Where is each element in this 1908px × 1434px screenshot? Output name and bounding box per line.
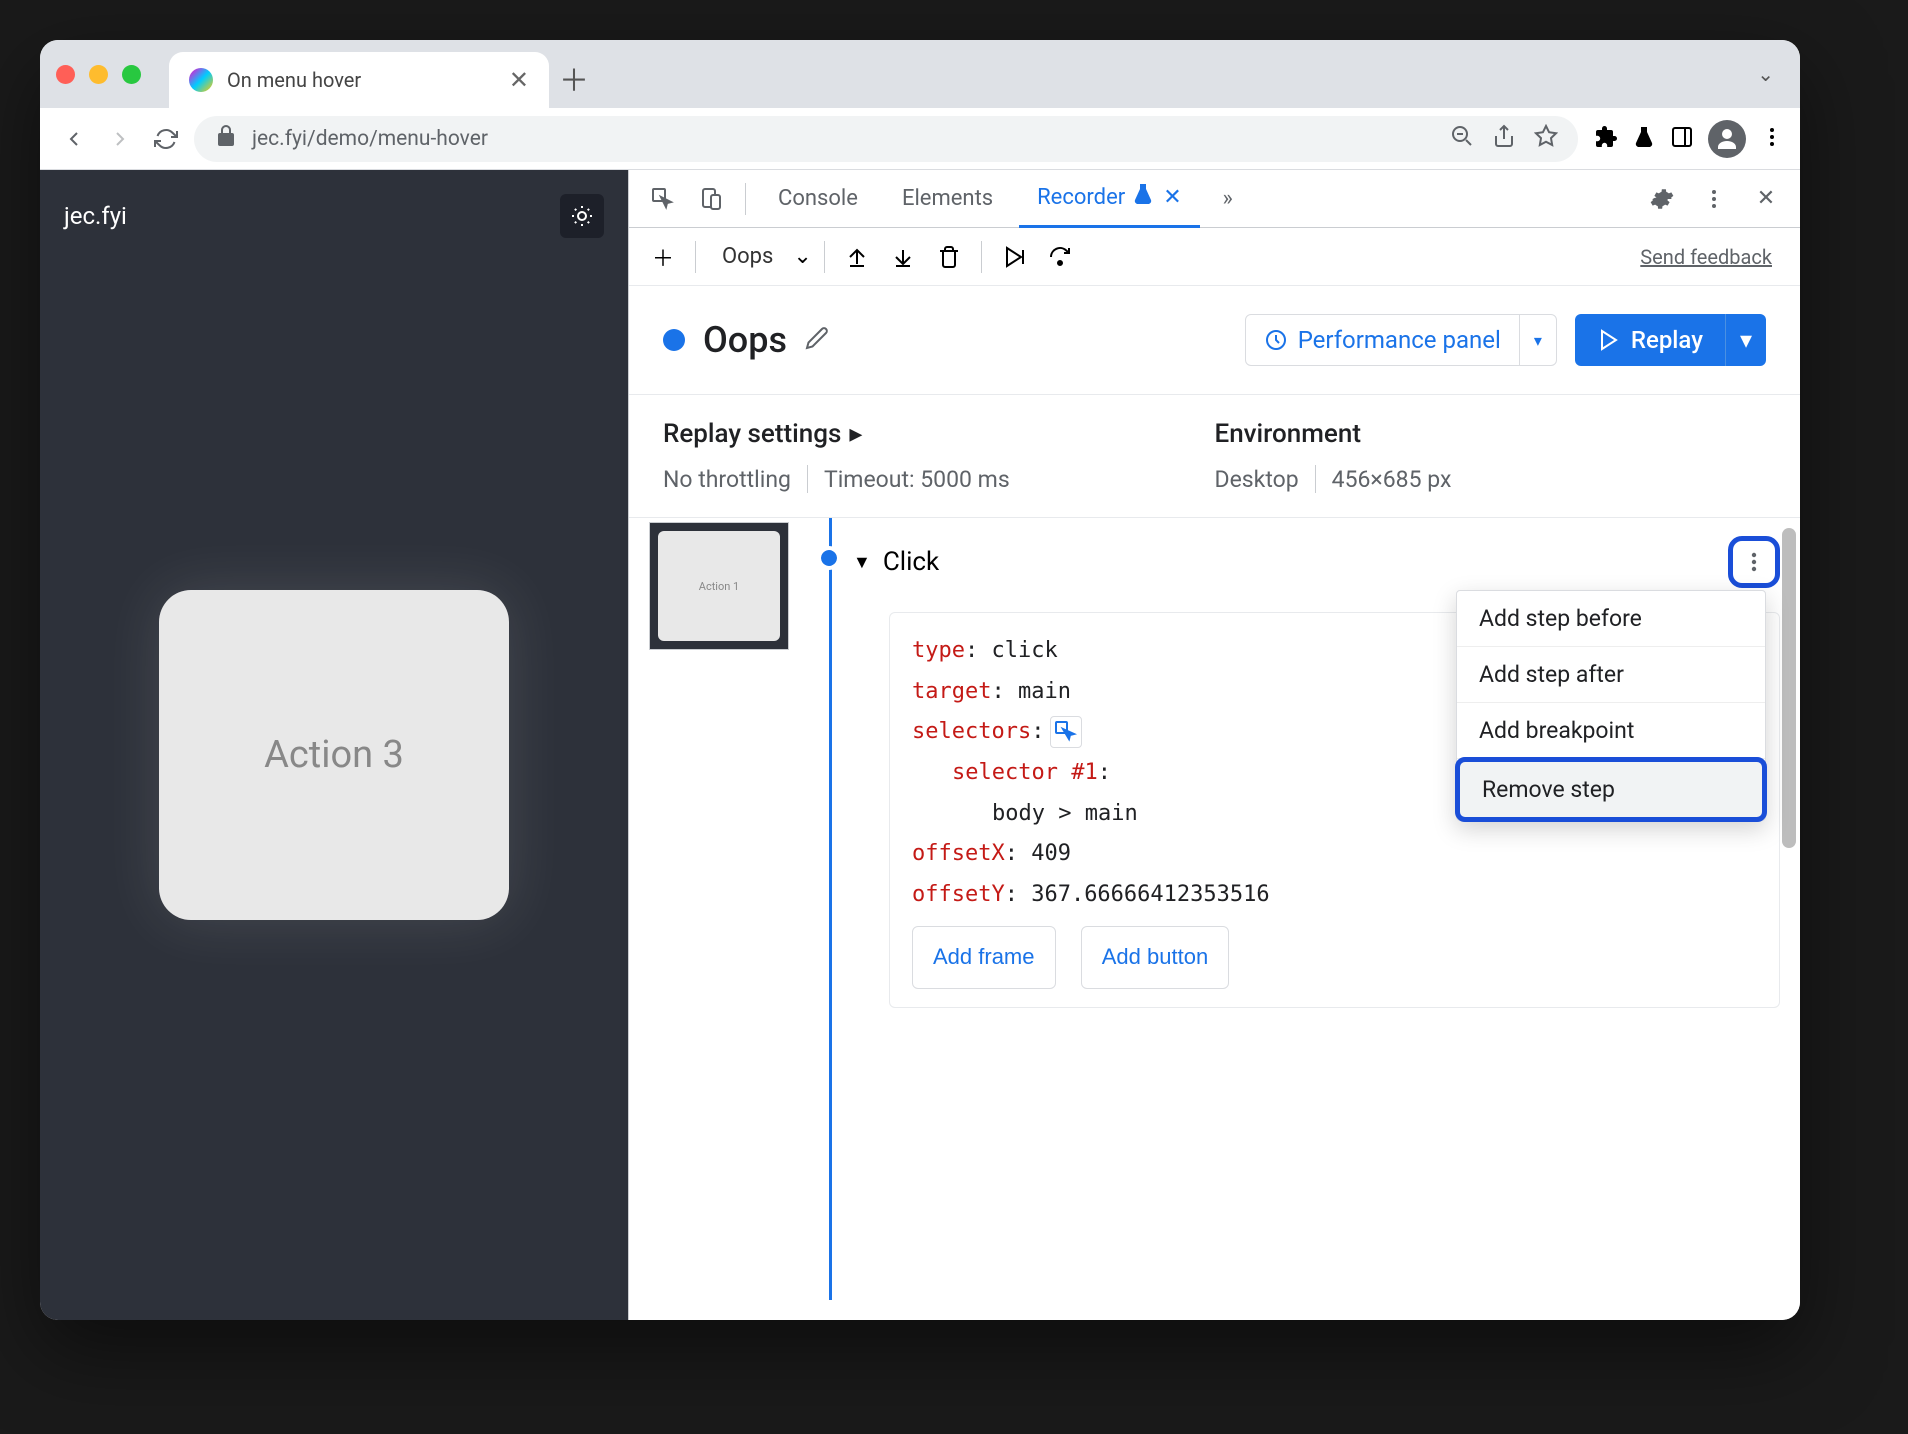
browser-window: On menu hover ✕ ＋ ⌄ jec.fyi/demo/menu-ho…: [40, 40, 1800, 1320]
close-devtools-icon[interactable]: ✕: [1746, 179, 1786, 219]
chrome-tab-strip: On menu hover ✕ ＋ ⌄: [40, 40, 1800, 108]
flask-icon: [1131, 182, 1155, 212]
chevron-down-icon[interactable]: ⌄: [793, 244, 811, 269]
device-value: Desktop: [1215, 466, 1299, 493]
prop-offsetx[interactable]: offsetX: [912, 841, 1005, 866]
settings-icon[interactable]: [1642, 179, 1682, 219]
step-over-icon[interactable]: [1040, 237, 1080, 277]
timeout-value: Timeout: 5000 ms: [824, 466, 1010, 493]
devtools-menu-icon[interactable]: [1694, 179, 1734, 219]
add-recording-button[interactable]: ＋: [643, 237, 683, 277]
timeline-node-icon[interactable]: [821, 550, 837, 566]
tab-title: On menu hover: [227, 68, 495, 92]
close-tab-icon[interactable]: ✕: [1163, 185, 1181, 210]
chevron-right-icon: ▸: [849, 419, 862, 449]
action-card[interactable]: Action 3: [159, 590, 509, 920]
settings-row: Replay settings ▸ No throttling Timeout:…: [629, 395, 1800, 518]
menu-add-step-after[interactable]: Add step after: [1457, 647, 1765, 703]
menu-add-breakpoint[interactable]: Add breakpoint: [1457, 703, 1765, 759]
prop-selectors[interactable]: selectors: [912, 719, 1031, 744]
export-icon[interactable]: [837, 237, 877, 277]
page-title: jec.fyi: [64, 202, 127, 230]
reload-button[interactable]: [148, 121, 184, 157]
inspect-icon[interactable]: [643, 179, 683, 219]
replay-button[interactable]: Replay ▾: [1575, 314, 1766, 366]
tab-overflow-icon[interactable]: ⌄: [1757, 62, 1774, 86]
url-bar[interactable]: jec.fyi/demo/menu-hover: [194, 116, 1578, 162]
minimize-window-icon[interactable]: [89, 65, 108, 84]
add-button-button[interactable]: Add button: [1081, 926, 1229, 989]
recording-indicator-icon: [663, 329, 685, 351]
bookmark-icon[interactable]: [1534, 124, 1558, 154]
forward-button[interactable]: [102, 121, 138, 157]
chrome-navbar: jec.fyi/demo/menu-hover: [40, 108, 1800, 170]
window-controls: [56, 65, 141, 84]
chrome-menu-icon[interactable]: [1760, 125, 1784, 153]
prop-selector-1[interactable]: selector #1: [952, 760, 1098, 785]
favicon-icon: [189, 68, 213, 92]
replay-settings-heading[interactable]: Replay settings ▸: [663, 419, 1215, 449]
panel-icon[interactable]: [1670, 125, 1694, 153]
collapse-step-icon[interactable]: ▼: [853, 552, 871, 573]
edit-title-button[interactable]: [805, 326, 829, 354]
rendered-page: jec.fyi Action 3: [40, 170, 628, 1320]
prop-offsety[interactable]: offsetY: [912, 882, 1005, 907]
pick-selector-icon[interactable]: [1050, 716, 1082, 748]
tab-recorder[interactable]: Recorder✕: [1019, 170, 1200, 228]
step-name: Click: [883, 547, 939, 577]
prop-target[interactable]: target: [912, 679, 991, 704]
action-card-label: Action 3: [264, 733, 404, 777]
thumbnail-label: Action 1: [699, 580, 739, 593]
timeline-line: [809, 518, 849, 1300]
url-text: jec.fyi/demo/menu-hover: [252, 127, 488, 151]
zoom-out-icon[interactable]: [1450, 124, 1474, 154]
prop-type[interactable]: type: [912, 638, 965, 663]
theme-toggle[interactable]: [560, 194, 604, 238]
scrollbar[interactable]: [1782, 528, 1796, 1310]
lock-icon: [214, 124, 238, 154]
profile-avatar[interactable]: [1708, 120, 1746, 158]
step-thumbnail[interactable]: Action 1: [649, 522, 789, 650]
recording-name-dropdown[interactable]: Oops: [708, 244, 787, 269]
menu-add-step-before[interactable]: Add step before: [1457, 591, 1765, 647]
viewport-value: 456×685 px: [1332, 466, 1452, 493]
devtools-panel: Console Elements Recorder✕ » ✕ ＋ Oops ⌄: [628, 170, 1800, 1320]
new-tab-button[interactable]: ＋: [559, 56, 589, 100]
recording-timeline: Action 1 ▼ Click type: click target:: [629, 518, 1800, 1320]
replay-dropdown[interactable]: ▾: [1725, 314, 1766, 366]
step-menu-button[interactable]: [1728, 536, 1780, 588]
labs-icon[interactable]: [1632, 125, 1656, 153]
add-frame-button[interactable]: Add frame: [912, 926, 1056, 989]
close-window-icon[interactable]: [56, 65, 75, 84]
environment-heading: Environment: [1215, 419, 1767, 449]
extensions-icon[interactable]: [1594, 125, 1618, 153]
recorder-toolbar: ＋ Oops ⌄ Send feedback: [629, 228, 1800, 286]
back-button[interactable]: [56, 121, 92, 157]
import-icon[interactable]: [883, 237, 923, 277]
more-tabs-icon[interactable]: »: [1208, 179, 1248, 219]
tab-elements[interactable]: Elements: [884, 170, 1011, 228]
device-toggle-icon[interactable]: [691, 179, 731, 219]
performance-panel-button[interactable]: Performance panel ▾: [1245, 314, 1557, 366]
delete-icon[interactable]: [929, 237, 969, 277]
devtools-tabs: Console Elements Recorder✕ » ✕: [629, 170, 1800, 228]
selector-value[interactable]: body > main: [992, 801, 1138, 826]
share-icon[interactable]: [1492, 124, 1516, 154]
performance-dropdown[interactable]: ▾: [1519, 315, 1556, 365]
feedback-link[interactable]: Send feedback: [1640, 245, 1772, 269]
menu-remove-step[interactable]: Remove step: [1455, 757, 1767, 822]
recording-title: Oops: [703, 319, 787, 361]
tab-console[interactable]: Console: [760, 170, 876, 228]
recording-header: Oops Performance panel ▾ Replay ▾: [629, 286, 1800, 395]
play-step-icon[interactable]: [994, 237, 1034, 277]
step-context-menu: Add step before Add step after Add break…: [1456, 590, 1766, 821]
maximize-window-icon[interactable]: [122, 65, 141, 84]
throttling-value: No throttling: [663, 466, 791, 493]
close-tab-icon[interactable]: ✕: [509, 66, 529, 94]
browser-tab[interactable]: On menu hover ✕: [169, 52, 549, 108]
